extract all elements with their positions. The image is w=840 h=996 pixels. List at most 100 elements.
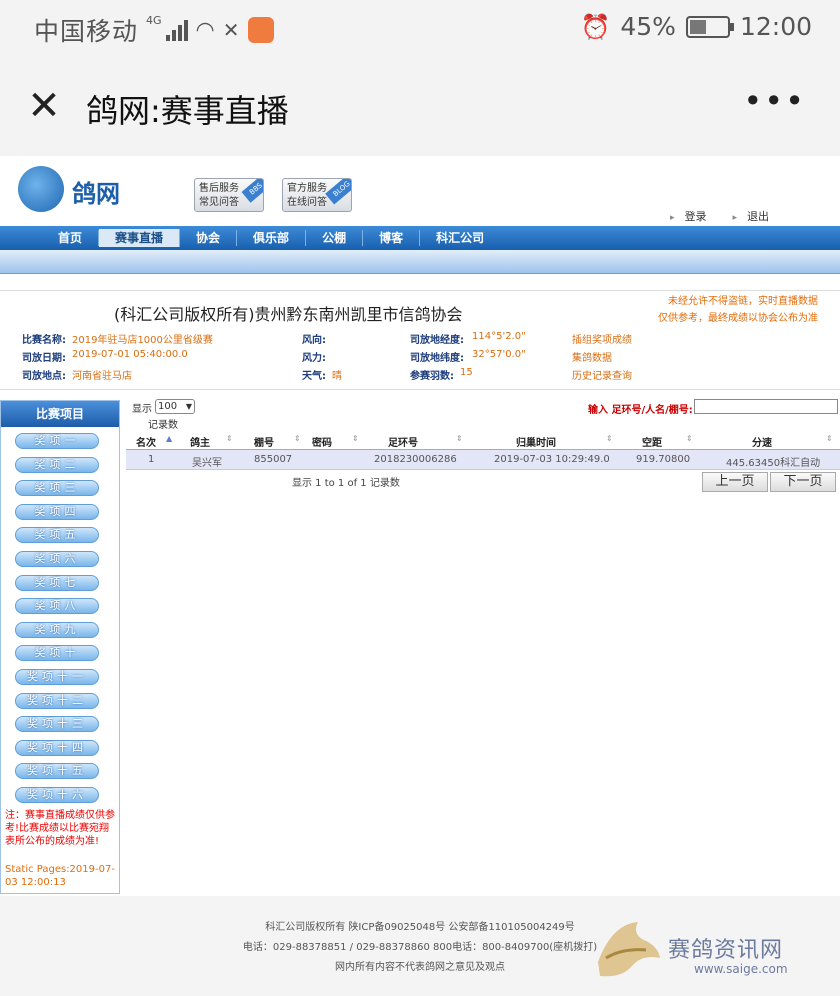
cell-ring-no: 2018230006286 (374, 454, 457, 465)
after-sales-service-button[interactable]: 售后服务 常见问答 BBS (194, 178, 264, 212)
latitude-label: 司放地纬度: (410, 353, 464, 364)
col-password[interactable]: 密码 (312, 434, 332, 449)
weather-label: 天气: (302, 371, 326, 382)
award-button[interactable]: 奖项四 (15, 503, 99, 520)
more-menu-icon[interactable]: ••• (743, 82, 806, 120)
search-input[interactable] (694, 399, 838, 414)
group-award-link[interactable]: 插组奖项成绩 (572, 331, 632, 346)
clock: 12:00 (739, 12, 812, 41)
sidebar-title: 比赛项目 (1, 401, 119, 427)
signal-icon (165, 19, 188, 41)
race-name-label: 比赛名称: (22, 335, 66, 346)
next-page-button[interactable]: 下一页 (770, 472, 836, 492)
award-button[interactable]: 奖项二 (15, 456, 99, 473)
warning-line-2: 仅供参考，最终成绩以协会公布为准 (658, 313, 818, 324)
logo-icon[interactable] (18, 166, 64, 212)
history-query-link[interactable]: 历史记录查询 (572, 367, 632, 382)
search-label: 输入 足环号/人名/棚号: (588, 405, 693, 416)
cell-return-time: 2019-07-03 10:29:49.0 (494, 454, 610, 465)
browser-title-bar: ✕ 鸽网:赛事直播 ••• (0, 60, 840, 156)
award-button[interactable]: 奖项十一 (15, 669, 99, 685)
no-sim-icon: ✕ (222, 18, 240, 42)
award-button[interactable]: 奖项五 (15, 527, 99, 544)
nav-loft[interactable]: 公棚 (306, 230, 364, 246)
sort-icon[interactable]: ⇕ (226, 434, 233, 443)
sort-icon[interactable]: ⇕ (294, 434, 301, 443)
sort-icon[interactable]: ⇕ (606, 434, 613, 443)
award-button[interactable]: 奖项九 (15, 621, 99, 638)
wind-direction-label: 风向: (302, 335, 326, 346)
nav-live-race[interactable]: 赛事直播 (99, 229, 181, 247)
site-logo-text[interactable]: 鸽网 (72, 174, 120, 209)
wifi-icon: ◠ (195, 17, 215, 43)
award-button[interactable]: 奖项十五 (15, 763, 99, 780)
award-button[interactable]: 奖项三 (15, 480, 99, 497)
close-icon[interactable]: ✕ (24, 86, 64, 126)
release-place-value: 河南省驻马店 (72, 371, 132, 382)
sort-icon[interactable]: ⇕ (826, 434, 833, 443)
cell-rank: 1 (148, 454, 155, 465)
award-button[interactable]: 奖项一 (15, 433, 99, 449)
warning-line-1: 未经允许不得盗链，实时直播数据 (668, 296, 818, 307)
nav-home[interactable]: 首页 (42, 230, 100, 246)
nav-company[interactable]: 科汇公司 (420, 230, 500, 246)
col-return-time[interactable]: 归巢时间 (516, 434, 556, 449)
release-date-value: 2019-07-01 05:40:00.0 (72, 349, 188, 360)
award-button[interactable]: 奖项十 (15, 645, 99, 662)
logout-link[interactable]: 退出 (733, 208, 769, 224)
pagination-info: 显示 1 to 1 of 1 记录数 (292, 478, 400, 489)
sort-icon[interactable]: ⇕ (352, 434, 359, 443)
battery-percent: 45% (620, 12, 676, 41)
alarm-icon: ⏰ (580, 12, 611, 41)
award-button[interactable]: 奖项八 (15, 598, 99, 615)
nav-association[interactable]: 协会 (180, 230, 238, 246)
race-info-panel: (科汇公司版权所有)贵州黔东南州凯里市信鸽协会 未经允许不得盗链，实时直播数据 … (0, 290, 840, 390)
web-page: 鸽网 售后服务 常见问答 BBS 官方服务 在线问答 BLOG 登录 退出 首页… (0, 156, 840, 996)
login-link[interactable]: 登录 (670, 208, 707, 224)
page-title: 鸽网:赛事直播 (86, 92, 289, 130)
official-service-button[interactable]: 官方服务 在线问答 BLOG (282, 178, 352, 212)
cell-loft-no: 855007 (254, 454, 293, 465)
col-speed[interactable]: 分速 (752, 434, 772, 449)
sort-asc-icon[interactable]: ▲ (166, 434, 172, 443)
prev-page-button[interactable]: 上一页 (702, 472, 768, 492)
app-notification-icon (247, 17, 274, 43)
page-size-select[interactable]: 100 ▼ (155, 399, 195, 414)
nav-blog[interactable]: 博客 (363, 230, 421, 246)
static-pages-time: Static Pages:2019-07-03 12:00:13 (5, 864, 115, 888)
award-button[interactable]: 奖项十三 (15, 716, 99, 733)
watermark-text: 赛鸽资讯网 (668, 938, 784, 963)
phone-status-bar: 中国移动 4G ◠ ✕ ⏰ 45% 12:00 (0, 0, 840, 60)
race-title: (科汇公司版权所有)贵州黔东南州凯里市信鸽协会 (114, 305, 463, 324)
race-items-sidebar: 比赛项目 奖项一奖项二奖项三奖项四奖项五奖项六奖项七奖项八奖项九奖项十奖项十一奖… (0, 400, 120, 894)
cell-distance: 919.70800 (636, 454, 691, 465)
weather-value: 晴 (332, 371, 342, 382)
latitude-value: 32°57'0.0" (472, 349, 526, 360)
col-distance[interactable]: 空距 (642, 434, 662, 449)
release-place-label: 司放地点: (22, 371, 66, 382)
award-button[interactable]: 奖项十二 (15, 692, 99, 709)
main-nav: 首页 赛事直播 协会 俱乐部 公棚 博客 科汇公司 (0, 226, 840, 250)
award-button[interactable]: 奖项七 (15, 574, 99, 591)
page-size-value: 100 (158, 401, 178, 412)
wind-power-label: 风力: (302, 353, 326, 364)
award-button[interactable]: 奖项十四 (15, 739, 99, 756)
col-loft-no[interactable]: 棚号 (254, 434, 274, 449)
pigeon-logo-icon (598, 922, 660, 977)
sort-icon[interactable]: ⇕ (686, 434, 693, 443)
sort-icon[interactable]: ⇕ (456, 434, 463, 443)
col-owner[interactable]: 鸽主 (190, 434, 210, 449)
award-button[interactable]: 奖项十六 (15, 787, 99, 803)
col-rank[interactable]: 名次 (136, 434, 156, 449)
nav-club[interactable]: 俱乐部 (237, 230, 307, 246)
table-row[interactable]: 1 吴兴军 855007 2018230006286 2019-07-03 10… (126, 450, 840, 470)
results-table-header: 名次 ▲ 鸽主 ⇕ 棚号 ⇕ 密码 ⇕ 足环号 ⇕ 归巢时间 ⇕ 空距 ⇕ 分速… (126, 432, 840, 450)
longitude-label: 司放地经度: (410, 335, 464, 346)
records-label: 记录数 (148, 420, 178, 431)
award-button[interactable]: 奖项六 (15, 551, 99, 567)
network-type: 4G (146, 13, 162, 27)
watermark: 赛鸽资讯网 www.saige.com (592, 918, 832, 988)
carrier-name: 中国移动 (34, 17, 139, 46)
col-ring-no[interactable]: 足环号 (388, 434, 418, 449)
collection-data-link[interactable]: 集鸽数据 (572, 349, 612, 364)
